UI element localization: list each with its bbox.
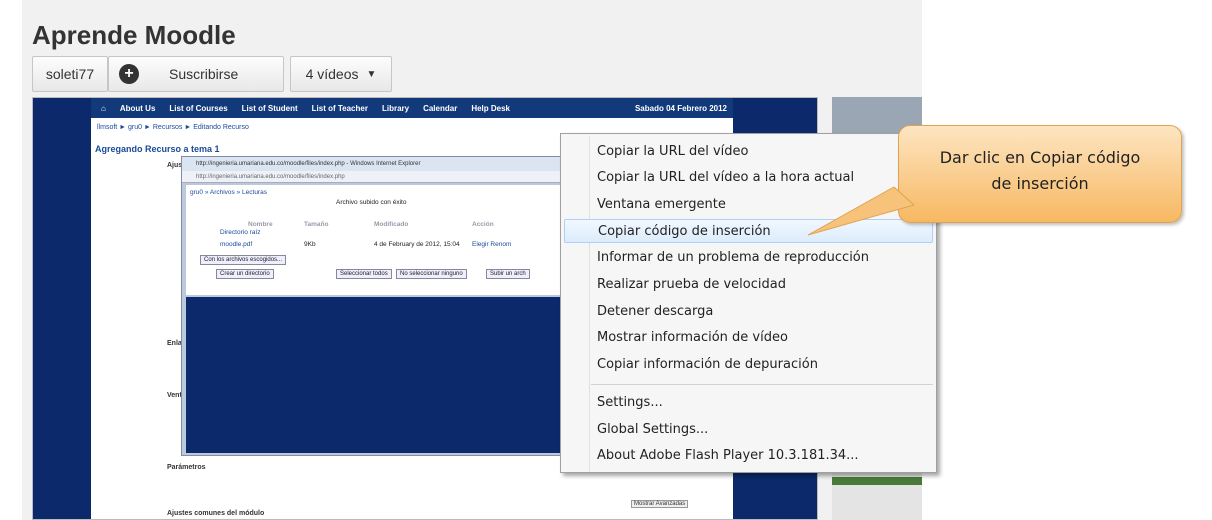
- ie-file: moodle.pdf: [220, 241, 253, 248]
- channel-title: Aprende Moodle: [32, 20, 236, 50]
- label-ajustes-comunes: Ajustes comunes del módulo: [167, 510, 265, 517]
- plus-icon: +: [119, 64, 139, 84]
- video-left-band: [33, 98, 91, 519]
- ie-file-manager: gru0 » Archivos » Lecturas Archivo subid…: [186, 185, 618, 295]
- menu-item-speed-test[interactable]: Realizar prueba de velocidad: [564, 273, 933, 297]
- ie-header-modificado: Modificado: [374, 221, 409, 228]
- ie-dir: Directorio raíz: [220, 229, 261, 236]
- moodle-heading: Agregando Recurso a tema 1: [95, 144, 220, 154]
- subscribe-label: Suscribirse: [169, 66, 239, 82]
- ie-header-nombre: Nombre: [248, 221, 273, 228]
- ie-btn-no-seleccionar: No seleccionar ninguno: [396, 269, 467, 279]
- callout-text: Dar clic en Copiar código de inserción: [918, 145, 1162, 197]
- callout-line-1: Dar clic en Copiar código: [939, 148, 1141, 167]
- ie-date: 4 de February de 2012, 15:04: [374, 241, 460, 248]
- user-label: soleti77: [45, 66, 95, 82]
- callout-line-2: de inserción: [991, 174, 1089, 193]
- ie-btn-subir: Subir un arch: [486, 269, 530, 279]
- ie-window: http://ingenieria.umariana.edu.co/moodle…: [181, 156, 621, 456]
- nav-item: List of Student: [241, 103, 298, 113]
- menu-item-video-info[interactable]: Mostrar información de vídeo: [564, 326, 933, 350]
- callout: Dar clic en Copiar código de inserción: [807, 125, 1182, 236]
- mostrar-avanzadas-button: Mostrar Avanzadas: [631, 500, 689, 508]
- menu-item-report-problem[interactable]: Informar de un problema de reproducción: [564, 246, 933, 270]
- ie-title: http://ingenieria.umariana.edu.co/moodle…: [182, 157, 620, 171]
- videos-label: 4 vídeos: [305, 66, 359, 82]
- ie-dark-area: [186, 297, 618, 453]
- ie-btn-crear: Crear un directorio: [216, 269, 274, 279]
- ie-btn-seleccionar: Seleccionar todos: [336, 269, 392, 279]
- menu-item-copy-url-time[interactable]: Copiar la URL del vídeo a la hora actual: [564, 166, 933, 190]
- menu-item-stop-download[interactable]: Detener descarga: [564, 300, 933, 324]
- ie-breadcrumb: gru0 » Archivos » Lecturas: [190, 189, 267, 196]
- menu-item-copy-embed[interactable]: Copiar código de inserción: [564, 219, 933, 243]
- nav-date: Sabado 04 Febrero 2012: [634, 103, 727, 113]
- nav-item: Library: [381, 103, 410, 113]
- nav-item: List of Teacher: [311, 103, 368, 113]
- menu-item-settings[interactable]: Settings...: [564, 391, 933, 415]
- home-icon: ⌂: [101, 103, 106, 113]
- user-button[interactable]: soleti77: [32, 56, 108, 92]
- videos-dropdown[interactable]: 4 vídeos ▼: [290, 56, 392, 92]
- ie-actions: Elegir Renom: [472, 241, 512, 248]
- ie-size: 9Kb: [304, 241, 316, 248]
- menu-item-about-flash[interactable]: About Adobe Flash Player 10.3.181.34...: [564, 444, 933, 468]
- caret-down-icon: ▼: [366, 68, 377, 80]
- ie-select: Con los archivos escogidos...: [200, 255, 287, 265]
- nav-item: Help Desk: [471, 103, 510, 113]
- subscribe-button[interactable]: + Suscribirse: [108, 56, 284, 92]
- nav-item: List of Courses: [169, 103, 228, 113]
- moodle-navbar: ⌂ About Us List of Courses List of Stude…: [91, 98, 733, 118]
- screenshot: Aprende Moodle soleti77 + Suscribirse 4 …: [0, 0, 1212, 520]
- ie-header-accion: Acción: [472, 221, 494, 228]
- nav-item: About Us: [119, 103, 156, 113]
- menu-separator: [591, 384, 933, 385]
- label-parametros: Parámetros: [167, 464, 206, 471]
- menu-item-global-settings[interactable]: Global Settings...: [564, 418, 933, 442]
- ie-address: http://ingenieria.umariana.edu.co/moodle…: [182, 171, 620, 183]
- flash-context-menu: Copiar la URL del vídeo Copiar la URL de…: [560, 133, 937, 473]
- moodle-breadcrumb: llmsoft ► gru0 ► Recursos ► Editando Rec…: [97, 124, 249, 131]
- ie-message: Archivo subido con éxito: [336, 199, 407, 206]
- menu-item-copy-url[interactable]: Copiar la URL del vídeo: [564, 140, 933, 164]
- nav-item: Calendar: [423, 103, 458, 113]
- thumbnail-strip: [832, 477, 922, 485]
- ie-header-tamano: Tamaño: [304, 221, 329, 228]
- menu-item-debug-info[interactable]: Copiar información de depuración: [564, 353, 933, 377]
